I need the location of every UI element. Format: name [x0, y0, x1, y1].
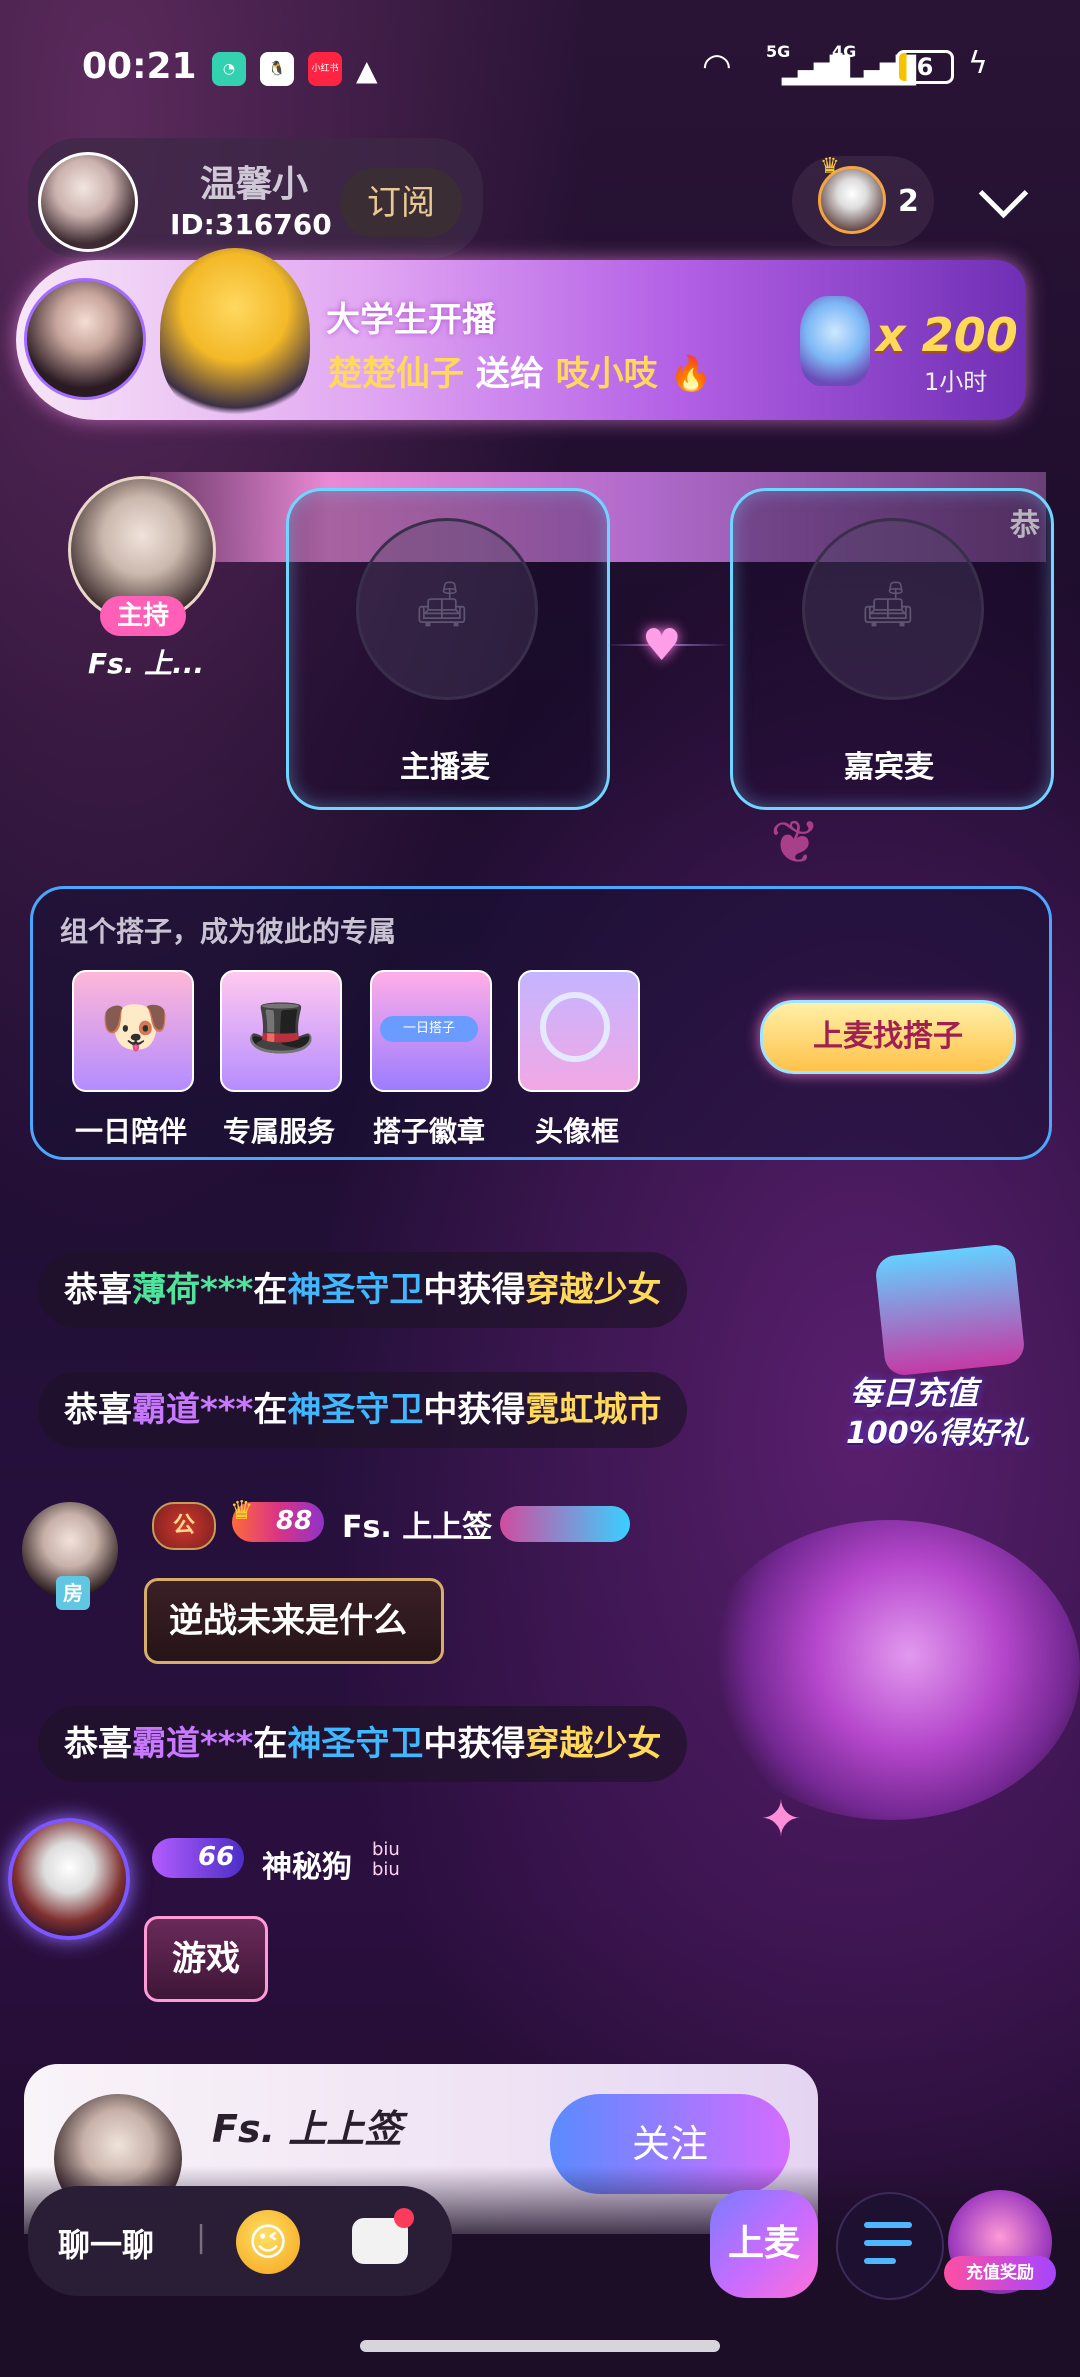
- host-name: Fs. 上...: [88, 647, 205, 680]
- official-badge: 公: [152, 1502, 216, 1550]
- host-badge: 主持: [100, 596, 186, 636]
- fire-icon: 🔥: [669, 354, 712, 394]
- level-value: 66: [198, 1842, 235, 1872]
- top-hat-dog-icon: 🎩: [246, 995, 316, 1060]
- follow-user-name: Fs. 上上签: [212, 2107, 403, 2151]
- sofa-icon: 🛋: [860, 579, 916, 630]
- user-name: 神秘狗: [262, 1850, 352, 1885]
- partner-item-label: 搭子徽章: [372, 1115, 485, 1148]
- gift-action: 送给: [475, 354, 544, 394]
- gift-receiver-name: 吱小吱: [555, 354, 658, 394]
- chat-input-placeholder[interactable]: 聊一聊: [58, 2220, 154, 2266]
- biu-sticker: biu biu: [372, 1839, 400, 1880]
- warning-icon: ▲: [356, 54, 378, 87]
- find-partner-button[interactable]: 上麦找搭子: [760, 1000, 1016, 1074]
- gift-banner-text: 楚楚仙子 送给 吱小吱 🔥: [328, 346, 712, 395]
- user-avatar[interactable]: [8, 1818, 130, 1940]
- crown-icon: ♛: [230, 1496, 254, 1526]
- level-value: 88: [276, 1506, 313, 1536]
- butterfly-icon: ❦: [770, 808, 821, 878]
- partner-card-title: 组个搭子，成为彼此的专属: [60, 915, 397, 948]
- partner-item-label: 专属服务: [222, 1115, 335, 1148]
- gift-banner-title: 大学生开播: [326, 300, 496, 340]
- room-owner-avatar[interactable]: [38, 152, 138, 252]
- sofa-icon: 🛋: [414, 579, 470, 630]
- notification-dot: [394, 2208, 414, 2228]
- menu-icon: [864, 2240, 912, 2246]
- home-indicator[interactable]: [360, 2340, 720, 2352]
- treasure-chest-icon[interactable]: [874, 1243, 1026, 1377]
- partner-item-label: 一日陪伴: [74, 1115, 187, 1148]
- system-message: 恭喜霸道***在神圣守卫中获得穿越少女: [38, 1706, 688, 1782]
- seat-host-label: 主播麦: [400, 750, 490, 785]
- chat-app-icon: ◔: [212, 52, 246, 86]
- chat-bubble: 逆战未来是什么: [144, 1578, 444, 1664]
- status-bar: 00:21 ◔ 🐧 小红书 ▲ ◠ 5G ▂▄▆█ 4G ▂▄▆█ 6 ϟ: [0, 40, 1080, 100]
- gift-sender-avatar: [24, 278, 146, 400]
- gift-quantity: x 200: [876, 308, 1018, 362]
- qq-icon: 🐧: [260, 52, 294, 86]
- badge-tag: 一日搭子: [380, 1016, 478, 1042]
- user-name: Fs. 上上签: [342, 1510, 493, 1545]
- promo-line2[interactable]: 100%得好礼: [846, 1408, 1029, 1452]
- partner-item-label: 头像框: [534, 1115, 619, 1148]
- audience-count: 2: [898, 184, 919, 219]
- system-message: 恭喜薄荷***在神圣守卫中获得穿越少女: [38, 1252, 688, 1328]
- emoji-icon[interactable]: 😉: [236, 2210, 300, 2274]
- wifi-icon: ◠: [702, 46, 732, 86]
- system-message: 恭喜霸道***在神圣守卫中获得霓虹城市: [38, 1372, 688, 1448]
- room-id: ID:316760: [170, 208, 332, 241]
- frame-ring-icon: [540, 992, 610, 1062]
- heart-orb-decoration: [700, 1520, 1080, 1820]
- room-badge: 房: [56, 1576, 90, 1610]
- sparkle-icon: ✦: [760, 1790, 802, 1848]
- chevron-down-icon[interactable]: [978, 168, 1029, 219]
- charging-icon: ϟ: [968, 46, 988, 81]
- chat-input-divider: |: [196, 2220, 207, 2255]
- subscribe-button[interactable]: 订阅: [340, 168, 462, 238]
- gift-sender-name: 楚楚仙子: [328, 354, 464, 394]
- battery-indicator: 6: [896, 50, 954, 84]
- recharge-reward-label[interactable]: 充值奖励: [944, 2256, 1056, 2290]
- dog-icon: 🐶: [100, 995, 170, 1060]
- room-name: 温馨小: [200, 164, 309, 205]
- menu-button[interactable]: [836, 2192, 944, 2300]
- crown-icon: ♛: [820, 154, 840, 179]
- menu-icon: [864, 2222, 912, 2228]
- heart-icon: ♥: [642, 620, 682, 671]
- status-time: 00:21: [82, 46, 197, 87]
- chat-bubble: 游戏: [144, 1916, 268, 2002]
- gift-duration: 1小时: [924, 368, 988, 396]
- seat-guest-label: 嘉宾麦: [844, 750, 934, 785]
- vip-badge: [500, 1506, 630, 1542]
- dog-mascot-icon: [160, 248, 310, 418]
- gift-potion-icon: [800, 296, 870, 386]
- menu-icon: [864, 2258, 896, 2264]
- join-mic-button[interactable]: 上麦: [710, 2190, 818, 2298]
- xiaohongshu-icon: 小红书: [308, 52, 342, 86]
